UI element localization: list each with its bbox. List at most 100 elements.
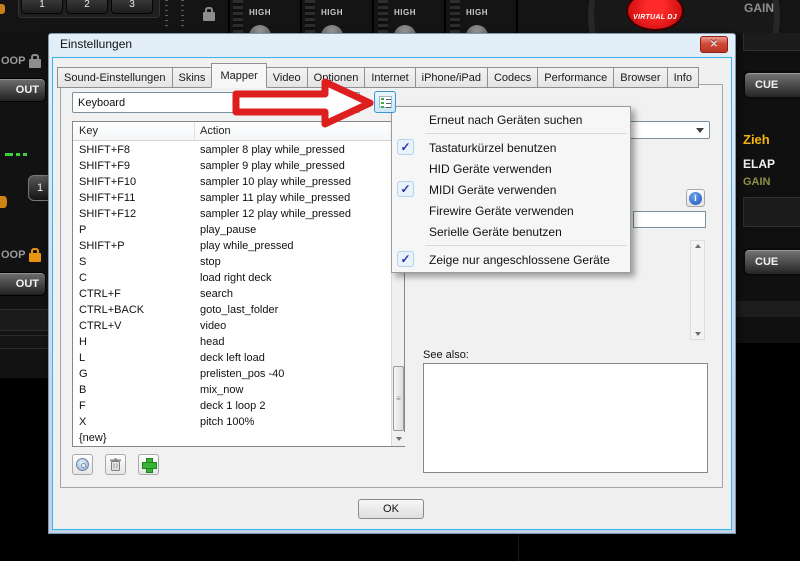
mapping-action: head [195, 336, 391, 348]
mapping-row[interactable]: G prelisten_pos -40 [73, 366, 391, 382]
mapping-row[interactable]: L deck left load [73, 350, 391, 366]
mapping-action: sampler 8 play while_pressed [195, 144, 391, 156]
loop-out-button[interactable]: OUT [0, 272, 46, 296]
add-mapping-button[interactable] [138, 454, 159, 475]
menu-item[interactable]: ✓ MIDI Geräte verwenden [392, 179, 630, 200]
mapping-row[interactable]: SHIFT+F8 sampler 8 play while_pressed [73, 142, 391, 158]
eq-high-label: HIGH [249, 8, 271, 17]
virtualdj-app: 123 HIGH HIGH HIGH HIGH VIRTUAL DJ GAIN … [0, 0, 800, 561]
mapping-row[interactable]: X pitch 100% [73, 414, 391, 430]
panel-divider [300, 0, 302, 33]
menu-item[interactable]: ✓ Erneut nach Geräten suchen [392, 109, 630, 130]
virtualdj-logo: VIRTUAL DJ [626, 0, 684, 31]
gain-label: GAIN [744, 1, 774, 15]
action-input[interactable] [633, 211, 706, 228]
loop-out-button[interactable]: OUT [0, 78, 46, 102]
scrollbar-thumb[interactable]: ≡ [393, 366, 404, 431]
settings-tab[interactable]: Skins [172, 67, 213, 88]
mapping-action: sampler 11 play while_pressed [195, 192, 391, 204]
mapping-row[interactable]: S stop [73, 254, 391, 270]
mapping-key: CTRL+BACK [73, 304, 195, 316]
loop-length-button[interactable]: 1 [28, 175, 48, 201]
mapping-action: sampler 9 play while_pressed [195, 160, 391, 172]
disc-icon [76, 458, 89, 471]
mapping-row[interactable]: B mix_now [73, 382, 391, 398]
menu-item-label: Erneut nach Geräten suchen [429, 113, 582, 127]
hotcue-button[interactable]: 3 [111, 0, 153, 14]
mapping-row[interactable]: P play_pause [73, 222, 391, 238]
checkmark-icon: ✓ [397, 139, 414, 155]
elapsed-label: ELAP [743, 157, 775, 171]
skin-panel [735, 301, 800, 317]
hotcue-buttons: 123 [21, 0, 153, 14]
mapping-action: deck 1 loop 2 [195, 400, 391, 412]
cue-button[interactable]: CUE [743, 71, 800, 99]
mapping-row[interactable]: CTRL+BACK goto_last_folder [73, 302, 391, 318]
mapping-row[interactable]: H head [73, 334, 391, 350]
lock-icon [203, 12, 215, 21]
mapping-key: S [73, 256, 195, 268]
annotation-arrow-icon [228, 77, 380, 129]
mapping-row[interactable]: CTRL+V video [73, 318, 391, 334]
menu-item[interactable]: ✓ Serielle Geräte benutzen [392, 221, 630, 242]
gain-label: GAIN [743, 176, 771, 188]
menu-item[interactable]: ✓ HID Geräte verwenden [392, 158, 630, 179]
settings-tab[interactable]: Browser [613, 67, 667, 88]
menu-item-label: Zeige nur angeschlossene Geräte [429, 253, 610, 267]
mapping-row[interactable]: SHIFT+F12 sampler 12 play while_pressed [73, 206, 391, 222]
see-also-list[interactable] [423, 363, 708, 473]
skin-bottom-strip [0, 534, 800, 561]
menu-item[interactable]: ✓ Zeige nur angeschlossene Geräte [392, 249, 630, 270]
pitch-slider-ticks [181, 0, 184, 29]
delete-mapping-button[interactable] [105, 454, 126, 475]
settings-tab[interactable]: iPhone/iPad [415, 67, 488, 88]
settings-tab[interactable]: Codecs [487, 67, 538, 88]
mapping-key: L [73, 352, 195, 364]
eq-high-label: HIGH [466, 8, 488, 17]
info-button[interactable]: i [686, 189, 705, 207]
mapping-rows: SHIFT+F8 sampler 8 play while_pressed SH… [73, 142, 391, 446]
mapping-key: SHIFT+F8 [73, 144, 195, 156]
column-key[interactable]: Key [73, 122, 195, 140]
settings-tab[interactable]: Performance [537, 67, 614, 88]
cue-button[interactable]: CUE [743, 248, 800, 276]
action-scrollbar[interactable] [690, 240, 705, 340]
mapping-row[interactable]: SHIFT+F9 sampler 9 play while_pressed [73, 158, 391, 174]
eq-high-knob[interactable] [321, 25, 343, 33]
menu-item[interactable]: ✓ Tastaturkürzel benutzen [392, 137, 630, 158]
settings-tab[interactable]: Sound-Einstellungen [57, 67, 173, 88]
mapping-action: sampler 10 play while_pressed [195, 176, 391, 188]
scroll-down-icon[interactable] [691, 332, 704, 336]
mapping-row[interactable]: {new} [73, 430, 391, 446]
menu-item[interactable]: ✓ Firewire Geräte verwenden [392, 200, 630, 221]
settings-tab[interactable]: Info [667, 67, 699, 88]
mapping-row[interactable]: C load right deck [73, 270, 391, 286]
scroll-up-icon[interactable] [691, 244, 704, 248]
mapping-row[interactable]: SHIFT+F10 sampler 10 play while_pressed [73, 174, 391, 190]
close-button[interactable]: ✕ [700, 36, 728, 53]
skin-orange-marker [0, 4, 5, 14]
menu-entry: ✓ Zeige nur angeschlossene Geräte [392, 249, 630, 270]
menu-entry: ✓ MIDI Geräte verwenden [392, 179, 630, 200]
mapping-row[interactable]: CTRL+F search [73, 286, 391, 302]
mapping-row[interactable]: SHIFT+F11 sampler 11 play while_pressed [73, 190, 391, 206]
mapping-row[interactable]: F deck 1 loop 2 [73, 398, 391, 414]
menu-entry: ✓ Firewire Geräte verwenden [392, 200, 630, 221]
hotcue-button[interactable]: 2 [66, 0, 108, 14]
checkmark-icon: ✓ [397, 181, 414, 197]
duplicate-mapping-button[interactable] [72, 454, 93, 475]
eq-high-knob[interactable] [249, 25, 271, 33]
menu-entry: ✓ HID Geräte verwenden [392, 158, 630, 179]
mapping-action: prelisten_pos -40 [195, 368, 391, 380]
hotcue-button[interactable]: 1 [21, 0, 63, 14]
skin-orange-marker [0, 196, 7, 208]
mapping-row[interactable]: SHIFT+P play while_pressed [73, 238, 391, 254]
eq-high-knob[interactable] [394, 25, 416, 33]
mapping-key: B [73, 384, 195, 396]
eq-high-knob[interactable] [466, 25, 488, 33]
menu-entry: ✓ Tastaturkürzel benutzen [392, 137, 630, 158]
ok-button[interactable]: OK [358, 499, 424, 519]
scroll-down-icon[interactable] [392, 432, 405, 446]
trash-icon [109, 458, 122, 472]
eq-level-meter [378, 0, 388, 33]
